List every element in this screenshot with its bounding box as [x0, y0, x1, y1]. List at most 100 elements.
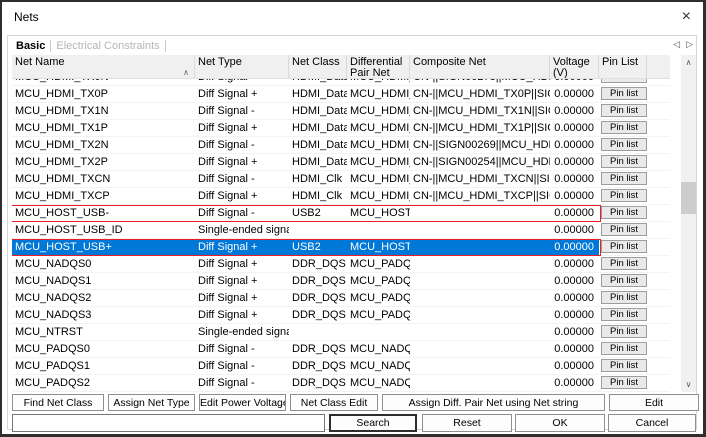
cell-net-type: Diff Signal -	[195, 79, 289, 85]
table-row[interactable]: MCU_HDMI_TXCPDiff Signal +HDMI_ClkMCU_HD…	[12, 188, 670, 205]
search-button[interactable]: Search	[329, 414, 417, 432]
row-filler	[647, 290, 670, 306]
cell-composite-net: CN-||MCU_HDMI_TX1N||SIGN002	[410, 103, 550, 119]
cell-net-type: Diff Signal +	[195, 273, 289, 289]
table-row[interactable]: MCU_NADQS2Diff Signal +DDR_DQSMCU_PADQS2…	[12, 290, 670, 307]
cell-net-name: MCU_HDMI_TX0N	[12, 79, 195, 85]
find-net-class-button[interactable]: Find Net Class	[12, 394, 104, 411]
cell-voltage: 0.00000	[550, 120, 599, 136]
cell-voltage: 0.00000	[550, 188, 599, 204]
table-row[interactable]: MCU_NADQS3Diff Signal +DDR_DQSMCU_PADQS3…	[12, 307, 670, 324]
column-header-differential-pair-net[interactable]: Differential Pair Net	[347, 55, 410, 78]
pin-list-button[interactable]: Pin list	[601, 155, 647, 168]
pin-list-button[interactable]: Pin list	[601, 79, 647, 83]
cell-pin-list: Pin list	[599, 375, 647, 391]
table-row[interactable]: MCU_NTRSTSingle-ended signal0.00000Pin l…	[12, 324, 670, 341]
close-icon[interactable]: ×	[682, 9, 691, 25]
pin-list-button[interactable]: Pin list	[601, 274, 647, 287]
tab-scroll-right-icon[interactable]: ▷	[686, 39, 693, 50]
reset-button[interactable]: Reset	[422, 414, 512, 432]
cell-voltage: 0.00000	[550, 222, 599, 238]
cell-net-type: Diff Signal +	[195, 120, 289, 136]
row-filler	[647, 86, 670, 102]
pin-list-button[interactable]: Pin list	[601, 189, 647, 202]
cell-composite-net: CN-||MCU_HDMI_TXCP||SIGN002	[410, 188, 550, 204]
table-row[interactable]: MCU_NADQS0Diff Signal +DDR_DQSMCU_PADQS0…	[12, 256, 670, 273]
scrollbar-thumb[interactable]	[681, 182, 696, 214]
column-header-composite-net[interactable]: Composite Net	[410, 55, 550, 78]
table-row[interactable]: MCU_HDMI_TX0NDiff Signal -HDMI_DataMCU_H…	[12, 79, 670, 86]
table-row[interactable]: MCU_PADQS1Diff Signal -DDR_DQSMCU_NADQS1…	[12, 358, 670, 375]
table-row[interactable]: MCU_PADQS2Diff Signal -DDR_DQSMCU_NADQS2…	[12, 375, 670, 392]
cell-voltage: 0.00000	[550, 375, 599, 391]
column-header-net-class[interactable]: Net Class	[289, 55, 347, 78]
cell-net-type: Diff Signal -	[195, 341, 289, 357]
cell-net-name: MCU_HDMI_TXCP	[12, 188, 195, 204]
table-row[interactable]: MCU_HDMI_TX1NDiff Signal -HDMI_DataMCU_H…	[12, 103, 670, 120]
edit-button[interactable]: Edit	[609, 394, 699, 411]
table-row[interactable]: MCU_HDMI_TX2PDiff Signal +HDMI_DataMCU_H…	[12, 154, 670, 171]
pin-list-button[interactable]: Pin list	[601, 325, 647, 338]
edit-power-voltage-button[interactable]: Edit Power Voltage	[199, 394, 286, 411]
table-row[interactable]: MCU_HDMI_TXCNDiff Signal -HDMI_ClkMCU_HD…	[12, 171, 670, 188]
assign-net-type-button[interactable]: Assign Net Type	[108, 394, 195, 411]
scroll-down-icon[interactable]: ∨	[681, 377, 696, 392]
assign-diff-pair-net-button[interactable]: Assign Diff. Pair Net using Net string	[382, 394, 605, 411]
pin-list-button[interactable]: Pin list	[601, 240, 647, 253]
table-row[interactable]: MCU_HDMI_TX2NDiff Signal -HDMI_DataMCU_H…	[12, 137, 670, 154]
pin-list-button[interactable]: Pin list	[601, 291, 647, 304]
cell-net-type: Diff Signal +	[195, 86, 289, 102]
scroll-up-icon[interactable]: ∧	[681, 55, 696, 70]
sort-ascending-icon[interactable]: ∧	[183, 68, 189, 79]
table-row[interactable]: MCU_HOST_USB_IDSingle-ended signal0.0000…	[12, 222, 670, 239]
search-input[interactable]	[12, 414, 325, 432]
pin-list-button[interactable]: Pin list	[601, 359, 647, 372]
tab-divider	[50, 40, 51, 52]
pin-list-button[interactable]: Pin list	[601, 172, 647, 185]
cell-net-class: HDMI_Data	[289, 137, 347, 153]
vertical-scrollbar[interactable]: ∧ ∨	[681, 55, 696, 392]
column-header-net-name[interactable]: Net Name ∧	[12, 55, 195, 78]
pin-list-button[interactable]: Pin list	[601, 104, 647, 117]
table-row[interactable]: MCU_NADQS1Diff Signal +DDR_DQSMCU_PADQS1…	[12, 273, 670, 290]
row-filler	[647, 307, 670, 323]
pin-list-button[interactable]: Pin list	[601, 308, 647, 321]
pin-list-button[interactable]: Pin list	[601, 342, 647, 355]
pin-list-button[interactable]: Pin list	[601, 138, 647, 151]
cell-composite-net	[410, 239, 550, 255]
cell-diff-pair-net: MCU_HOST_U	[347, 239, 410, 255]
cell-voltage: 0.00000	[550, 137, 599, 153]
cell-voltage: 0.00000	[550, 154, 599, 170]
pin-list-button[interactable]: Pin list	[601, 376, 647, 389]
cell-voltage: 0.00000	[550, 307, 599, 323]
column-header-net-type[interactable]: Net Type	[195, 55, 289, 78]
table-row[interactable]: MCU_PADQS0Diff Signal -DDR_DQSMCU_NADQS0…	[12, 341, 670, 358]
pin-list-button[interactable]: Pin list	[601, 223, 647, 236]
cell-net-class: DDR_DQS	[289, 256, 347, 272]
cell-diff-pair-net: MCU_HOST_U	[347, 205, 410, 221]
table-row[interactable]: MCU_HDMI_TX0PDiff Signal +HDMI_DataMCU_H…	[12, 86, 670, 103]
net-class-edit-button[interactable]: Net Class Edit	[290, 394, 378, 411]
table-row[interactable]: MCU_HOST_USB+Diff Signal +USB2MCU_HOST_U…	[12, 239, 670, 256]
tab-strip: Basic Electrical Constraints	[12, 38, 167, 54]
column-header-pin-list[interactable]: Pin List	[599, 55, 647, 78]
cell-voltage: 0.00000	[550, 256, 599, 272]
ok-button[interactable]: OK	[515, 414, 605, 432]
pin-list-button[interactable]: Pin list	[601, 257, 647, 270]
pin-list-button[interactable]: Pin list	[601, 87, 647, 100]
cell-net-name: MCU_PADQS1	[12, 358, 195, 374]
table-row[interactable]: MCU_HOST_USB-Diff Signal -USB2MCU_HOST_U…	[12, 205, 670, 222]
cell-composite-net	[410, 307, 550, 323]
cell-diff-pair-net	[347, 222, 410, 238]
pin-list-button[interactable]: Pin list	[601, 121, 647, 134]
cell-net-name: MCU_HDMI_TX2N	[12, 137, 195, 153]
cell-net-name: MCU_NTRST	[12, 324, 195, 340]
tab-basic[interactable]: Basic	[12, 39, 49, 53]
cell-pin-list: Pin list	[599, 79, 647, 85]
cancel-button[interactable]: Cancel	[608, 414, 696, 432]
tab-electrical-constraints[interactable]: Electrical Constraints	[52, 39, 163, 53]
pin-list-button[interactable]: Pin list	[601, 206, 647, 219]
tab-scroll-left-icon[interactable]: ◁	[673, 39, 680, 50]
table-row[interactable]: MCU_HDMI_TX1PDiff Signal +HDMI_DataMCU_H…	[12, 120, 670, 137]
column-header-voltage[interactable]: Voltage (V)	[550, 55, 599, 78]
